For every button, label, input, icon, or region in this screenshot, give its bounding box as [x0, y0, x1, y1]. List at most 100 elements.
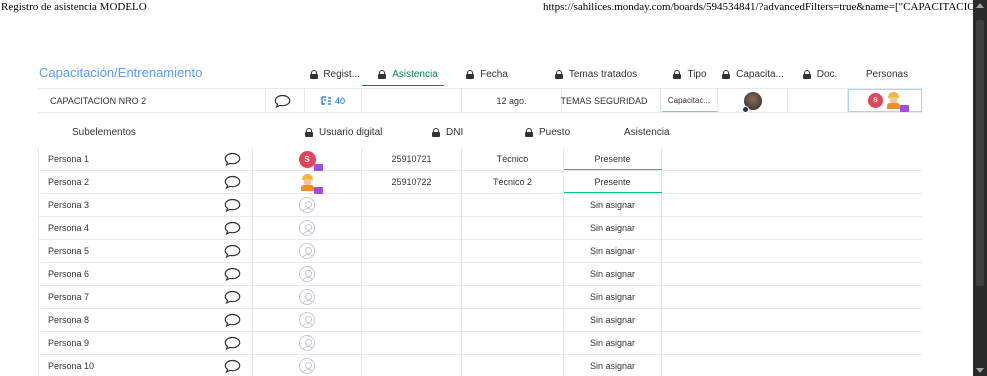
doc-cell[interactable]	[788, 89, 848, 112]
scroll-down-icon[interactable]	[976, 368, 984, 373]
usuario-cell[interactable]	[252, 240, 362, 262]
asistencia-status[interactable]: Sin asignar	[564, 355, 662, 376]
worker-avatar-icon[interactable]	[885, 92, 909, 112]
subitem-name[interactable]: Persona 2	[48, 171, 218, 193]
subitem-updates-button[interactable]	[224, 194, 244, 216]
subitem-name[interactable]: Persona 3	[48, 194, 218, 216]
personas-cell[interactable]: S	[848, 89, 922, 112]
group-title[interactable]: Capacitación/Entrenamiento	[39, 65, 202, 80]
asistencia-status[interactable]: Presente	[564, 171, 662, 193]
puesto-cell[interactable]	[462, 217, 564, 239]
puesto-cell[interactable]: Técnico	[462, 148, 564, 170]
asistencia-status[interactable]: Sin asignar	[564, 240, 662, 262]
usuario-cell[interactable]: S	[252, 148, 362, 171]
subitems-header-usuario[interactable]: Usuario digital	[305, 127, 382, 138]
table-row[interactable]: Persona 10 Sin asignar	[38, 355, 922, 376]
subitem-name[interactable]: Persona 4	[48, 217, 218, 239]
dni-cell[interactable]	[362, 263, 462, 285]
empty-person-icon[interactable]	[299, 220, 315, 236]
table-row[interactable]: Persona 4 Sin asignar	[38, 217, 922, 240]
subitem-name[interactable]: Persona 7	[48, 286, 218, 308]
usuario-cell[interactable]	[252, 194, 362, 216]
subitem-updates-button[interactable]	[224, 355, 244, 376]
dni-cell[interactable]: 25910722	[362, 171, 462, 193]
subitem-name[interactable]: Persona 6	[48, 263, 218, 285]
empty-person-icon[interactable]	[299, 243, 315, 259]
subitem-name[interactable]: Persona 9	[48, 332, 218, 354]
dni-cell[interactable]	[362, 309, 462, 331]
column-header-registro[interactable]: Regist...	[310, 67, 360, 81]
table-row[interactable]: Persona 7 Sin asignar	[38, 286, 922, 309]
worker-avatar-icon[interactable]	[299, 173, 323, 194]
puesto-cell[interactable]	[462, 309, 564, 331]
scroll-up-icon[interactable]	[976, 3, 984, 8]
column-header-fecha[interactable]: Fecha	[462, 67, 512, 81]
asistencia-status[interactable]: Presente	[564, 148, 662, 170]
subitem-updates-button[interactable]	[224, 263, 244, 285]
table-row[interactable]: Persona 2 25910722 Técnico 2 Presente	[38, 171, 922, 194]
item-updates-button[interactable]	[274, 89, 300, 112]
subitems-header-puesto[interactable]: Puesto	[525, 127, 570, 138]
item-row[interactable]: CAPACITACION NRO 2 40 12 ago. TEMAS SEGU…	[38, 88, 922, 113]
dni-cell[interactable]	[362, 194, 462, 216]
subitem-updates-button[interactable]	[224, 332, 244, 354]
capacitador-cell[interactable]	[718, 89, 788, 113]
column-header-capacitador[interactable]: Capacita...	[722, 67, 784, 81]
usuario-cell[interactable]	[252, 309, 362, 331]
puesto-cell[interactable]	[462, 240, 564, 262]
table-row[interactable]: Persona 5 Sin asignar	[38, 240, 922, 263]
subitem-name[interactable]: Persona 1	[48, 148, 218, 170]
column-header-personas[interactable]: Personas	[862, 67, 912, 81]
column-header-doc[interactable]: Doc.	[800, 67, 840, 81]
subitem-name[interactable]: Persona 10	[48, 355, 218, 376]
dni-cell[interactable]	[362, 286, 462, 308]
fecha-cell[interactable]: 12 ago.	[462, 89, 562, 112]
subitems-header-asistencia[interactable]: Asistencia	[624, 127, 670, 138]
puesto-cell[interactable]	[462, 355, 564, 376]
puesto-cell[interactable]: Técnico 2	[462, 171, 564, 193]
table-row[interactable]: Persona 9 Sin asignar	[38, 332, 922, 355]
asistencia-status[interactable]: Sin asignar	[564, 332, 662, 354]
usuario-cell[interactable]	[252, 286, 362, 308]
puesto-cell[interactable]	[462, 332, 564, 354]
person-avatar-s[interactable]: S	[298, 150, 323, 171]
subitem-updates-button[interactable]	[224, 148, 244, 170]
subitems-count-button[interactable]: 40	[304, 89, 362, 112]
dni-cell[interactable]: 25910721	[362, 148, 462, 170]
table-row[interactable]: Persona 6 Sin asignar	[38, 263, 922, 286]
asistencia-status[interactable]: Sin asignar	[564, 194, 662, 216]
column-header-asistencia[interactable]: Asistencia	[372, 67, 444, 81]
column-header-tipo[interactable]: Tipo	[672, 67, 708, 81]
dni-cell[interactable]	[362, 217, 462, 239]
temas-cell[interactable]: TEMAS SEGURIDAD	[548, 89, 660, 112]
asistencia-status[interactable]: Sin asignar	[564, 263, 662, 285]
puesto-cell[interactable]	[462, 286, 564, 308]
empty-person-icon[interactable]	[299, 312, 315, 328]
usuario-cell[interactable]	[252, 217, 362, 239]
asistencia-status[interactable]: Sin asignar	[564, 309, 662, 331]
empty-person-icon[interactable]	[299, 289, 315, 305]
subitem-updates-button[interactable]	[224, 286, 244, 308]
usuario-cell[interactable]	[252, 355, 362, 376]
usuario-cell[interactable]	[252, 171, 362, 194]
puesto-cell[interactable]	[462, 263, 564, 285]
usuario-cell[interactable]	[252, 263, 362, 285]
dni-cell[interactable]	[362, 240, 462, 262]
column-header-temas[interactable]: Temas tratados	[552, 67, 640, 81]
item-name-cell[interactable]: CAPACITACION NRO 2	[38, 89, 266, 112]
subitems-header-dni[interactable]: DNI	[432, 127, 463, 138]
asistencia-cell[interactable]	[362, 89, 462, 112]
empty-person-icon[interactable]	[299, 335, 315, 351]
subitem-name[interactable]: Persona 8	[48, 309, 218, 331]
subitem-updates-button[interactable]	[224, 171, 244, 193]
empty-person-icon[interactable]	[299, 266, 315, 282]
person-avatar-s[interactable]: S	[868, 93, 883, 108]
capacitador-avatar[interactable]	[741, 91, 762, 113]
usuario-cell[interactable]	[252, 332, 362, 354]
subitem-updates-button[interactable]	[224, 309, 244, 331]
scrollbar-thumb[interactable]	[976, 20, 984, 286]
subitem-updates-button[interactable]	[224, 240, 244, 262]
asistencia-status[interactable]: Sin asignar	[564, 286, 662, 308]
vertical-scrollbar[interactable]	[973, 0, 987, 376]
table-row[interactable]: Persona 1 S 25910721 Técnico Presente	[38, 148, 922, 171]
